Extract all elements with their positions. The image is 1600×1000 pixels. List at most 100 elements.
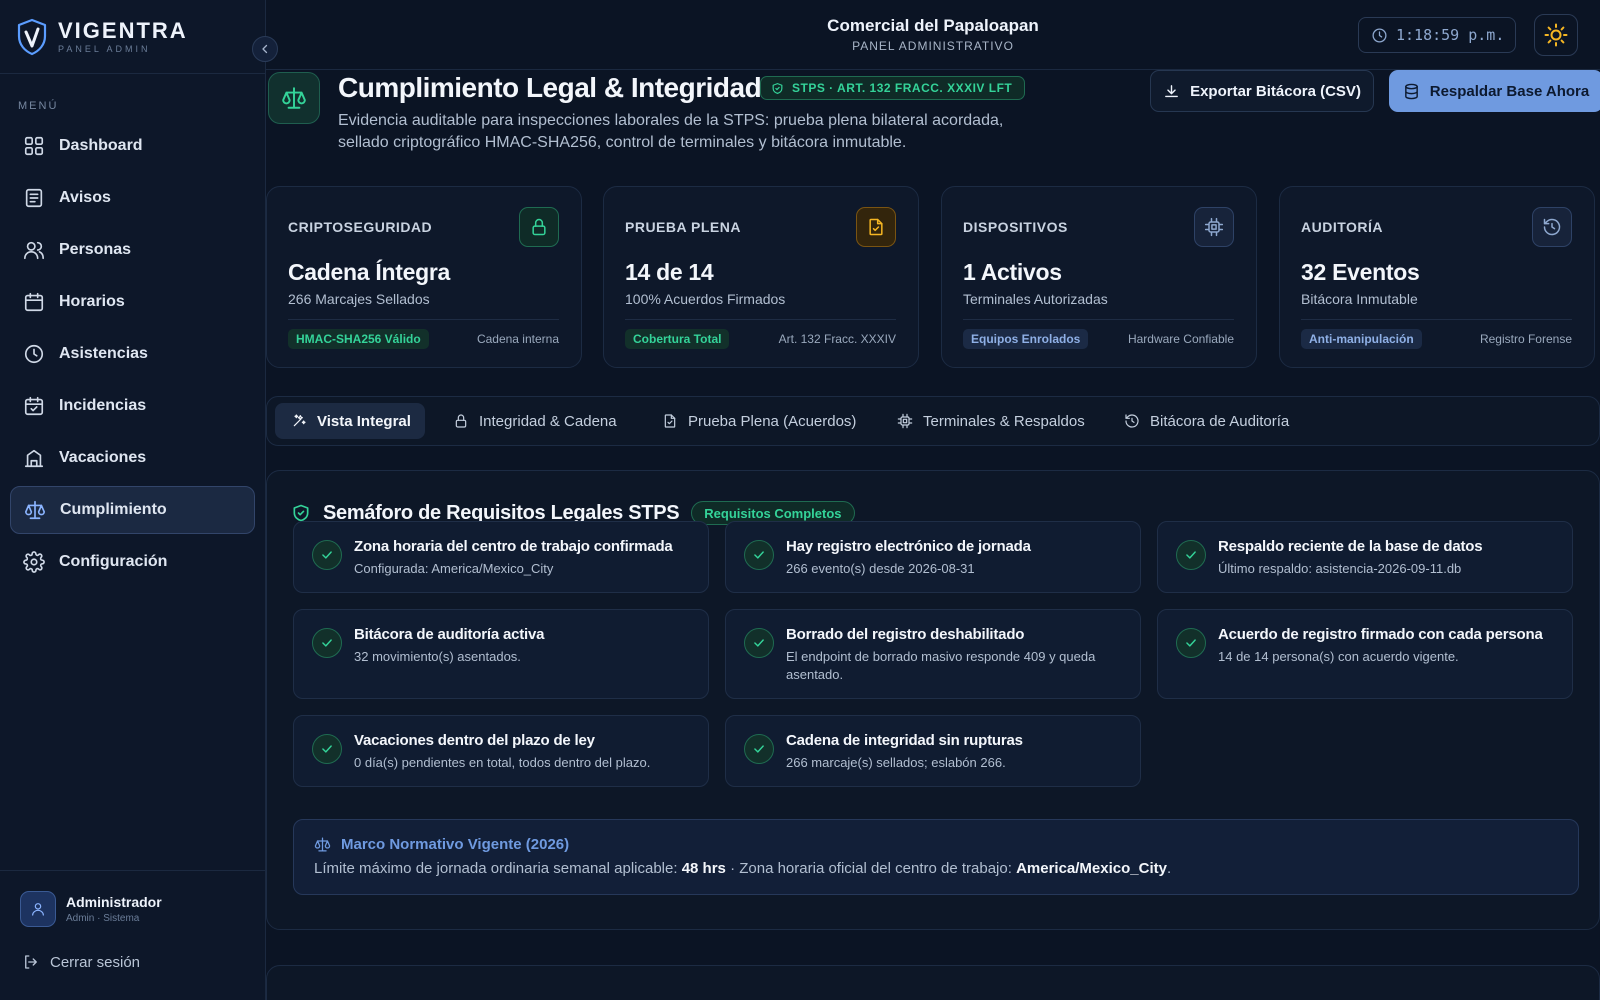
stat-note: Art. 132 Fracc. XXXIV: [778, 332, 896, 346]
requirement-description: 0 día(s) pendientes en total, todos dent…: [354, 755, 651, 770]
legal-framework-title: Marco Normativo Vigente (2026): [341, 836, 570, 853]
requirement-card: Zona horaria del centro de trabajo confi…: [293, 521, 709, 593]
text-fragment: .: [1166, 860, 1172, 877]
stat-card-devices: DISPOSITIVOS 1 Activos Terminales Autori…: [941, 186, 1257, 368]
requirement-title: Acuerdo de registro firmado con cada per…: [1218, 626, 1543, 643]
tab-bitacora-auditoria[interactable]: Bitácora de Auditoría: [1108, 403, 1303, 439]
stat-note: Hardware Confiable: [1127, 332, 1234, 346]
legal-reference-text: STPS · ART. 132 FRACC. XXXIV LFT: [792, 81, 1013, 95]
backup-database-button[interactable]: Respaldar Base Ahora: [1389, 70, 1600, 112]
shield-check-icon: [291, 503, 311, 523]
brand-name: VIGENTRA: [58, 17, 188, 43]
requirement-card: Vacaciones dentro del plazo de ley 0 día…: [293, 715, 709, 787]
next-panel: [266, 965, 1600, 1000]
backup-database-label: Respaldar Base Ahora: [1429, 82, 1590, 100]
tab-label: Bitácora de Auditoría: [1150, 412, 1290, 430]
tab-vista-integral[interactable]: Vista Integral: [275, 403, 425, 439]
stat-label: CRIPTOSEGURIDAD: [288, 219, 433, 235]
avatar: [20, 891, 56, 927]
sidebar-item-label: Configuración: [59, 553, 168, 570]
sidebar-nav: Dashboard Avisos Personas Horarios Asist…: [0, 122, 265, 586]
divider: [1301, 319, 1572, 320]
divider: [963, 319, 1234, 320]
tab-integridad-cadena[interactable]: Integridad & Cadena: [437, 403, 631, 439]
stat-note: Registro Forense: [1479, 332, 1572, 346]
max-hours: 48 hrs: [681, 860, 726, 877]
text-fragment: Límite máximo de jornada ordinaria seman…: [314, 860, 682, 877]
requirement-title: Respaldo reciente de la base de datos: [1218, 538, 1483, 555]
stat-card-audit: AUDITORÍA 32 Eventos Bitácora Inmutable …: [1279, 186, 1595, 368]
export-log-label: Exportar Bitácora (CSV): [1190, 82, 1361, 100]
requirement-description: 32 movimiento(s) asentados.: [354, 649, 521, 664]
sidebar-item-asistencias[interactable]: Asistencias: [10, 330, 255, 378]
requirement-title: Zona horaria del centro de trabajo confi…: [354, 538, 673, 555]
sidebar-item-horarios[interactable]: Horarios: [10, 278, 255, 326]
users-icon: [23, 239, 45, 261]
theme-toggle-button[interactable]: [1534, 14, 1578, 56]
sparkles-icon: [291, 413, 317, 429]
user-name: Administrador: [66, 894, 162, 910]
history-icon: [1124, 413, 1150, 429]
check-icon: [1176, 540, 1206, 570]
stat-pill: Equipos Enrolados: [963, 329, 1089, 349]
file-check-icon: [662, 413, 688, 429]
user-profile[interactable]: Administrador Admin · Sistema: [0, 871, 266, 927]
logout-button[interactable]: Cerrar sesión: [22, 953, 266, 971]
sidebar-item-label: Horarios: [59, 293, 125, 310]
clock-display: 1:18:59 p.m.: [1358, 17, 1516, 53]
requirement-title: Borrado del registro deshabilitado: [786, 626, 1025, 643]
check-icon: [312, 540, 342, 570]
stat-subtitle: 100% Acuerdos Firmados: [625, 291, 786, 307]
file-check-icon: [856, 207, 896, 247]
legal-reference-badge: STPS · ART. 132 FRACC. XXXIV LFT: [760, 76, 1026, 100]
sidebar-item-configuracion[interactable]: Configuración: [10, 538, 255, 586]
stat-subtitle: Terminales Autorizadas: [963, 291, 1108, 307]
tab-terminales-respaldos[interactable]: Terminales & Respaldos: [881, 403, 1099, 439]
stat-subtitle: 266 Marcajes Sellados: [288, 291, 430, 307]
stat-label: PRUEBA PLENA: [625, 219, 741, 235]
requirement-description: 266 marcaje(s) sellados; eslabón 266.: [786, 755, 1006, 770]
collapse-sidebar-button[interactable]: [252, 36, 278, 62]
requirement-title: Vacaciones dentro del plazo de ley: [354, 732, 595, 749]
shield-check-icon: [771, 82, 792, 95]
sidebar-item-incidencias[interactable]: Incidencias: [10, 382, 255, 430]
stat-pill: Anti-manipulación: [1301, 329, 1422, 349]
sidebar-item-dashboard[interactable]: Dashboard: [10, 122, 255, 170]
requirement-card: Cadena de integridad sin rupturas 266 ma…: [725, 715, 1141, 787]
divider: [625, 319, 896, 320]
brand[interactable]: VIGENTRA PANEL ADMIN: [0, 0, 265, 74]
notice-icon: [23, 187, 45, 209]
requirement-description: El endpoint de borrado masivo responde 4…: [786, 649, 1096, 682]
sidebar: VIGENTRA PANEL ADMIN MENÚ Dashboard Avis…: [0, 0, 266, 1000]
page-description: Evidencia auditable para inspecciones la…: [338, 112, 1004, 151]
stat-label: AUDITORÍA: [1301, 219, 1384, 235]
sidebar-item-cumplimiento[interactable]: Cumplimiento: [10, 486, 255, 534]
sidebar-item-avisos[interactable]: Avisos: [10, 174, 255, 222]
requirement-title: Bitácora de auditoría activa: [354, 626, 545, 643]
sidebar-item-label: Dashboard: [59, 137, 143, 154]
user-icon: [32, 903, 44, 916]
brand-subtitle: PANEL ADMIN: [58, 43, 151, 54]
chip-icon: [897, 413, 923, 429]
sidebar-item-vacaciones[interactable]: Vacaciones: [10, 434, 255, 482]
export-log-button[interactable]: Exportar Bitácora (CSV): [1150, 70, 1374, 112]
stat-value: 32 Eventos: [1301, 259, 1420, 285]
tab-prueba-plena[interactable]: Prueba Plena (Acuerdos): [646, 403, 870, 439]
text-fragment: · Zona horaria oficial del centro de tra…: [725, 860, 1017, 877]
gear-icon: [23, 551, 45, 573]
requirement-card: Acuerdo de registro firmado con cada per…: [1157, 609, 1573, 699]
requirement-title: Hay registro electrónico de jornada: [786, 538, 1031, 555]
legal-framework-note: Marco Normativo Vigente (2026) Límite má…: [293, 819, 1579, 895]
stat-pill: Cobertura Total: [625, 329, 730, 349]
requirement-card: Hay registro electrónico de jornada 266 …: [725, 521, 1141, 593]
clock-time: 1:18:59 p.m.: [1396, 26, 1505, 44]
check-icon: [744, 540, 774, 570]
scale-icon: [314, 836, 341, 853]
stat-value: 1 Activos: [963, 259, 1062, 285]
legal-framework-header: Marco Normativo Vigente (2026): [314, 836, 569, 853]
sidebar-item-label: Avisos: [59, 189, 111, 206]
sidebar-item-label: Asistencias: [59, 345, 148, 362]
legal-framework-text: Límite máximo de jornada ordinaria seman…: [314, 860, 1171, 877]
sidebar-item-personas[interactable]: Personas: [10, 226, 255, 274]
requirement-description: Configurada: America/Mexico_City: [354, 561, 554, 576]
